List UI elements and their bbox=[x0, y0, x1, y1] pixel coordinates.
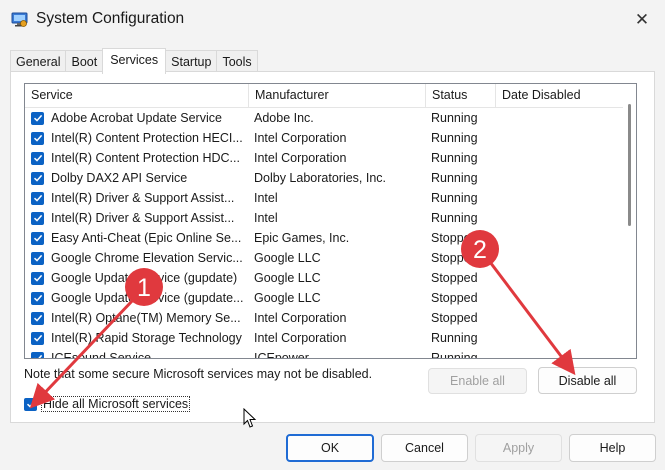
marker-1-text: 1 bbox=[137, 274, 151, 302]
marker-1-badge: 1 bbox=[125, 268, 163, 306]
arrow-2 bbox=[488, 261, 576, 376]
arrow-1 bbox=[29, 298, 135, 409]
tutorial-annotation-overlay: 1 2 bbox=[29, 230, 576, 409]
marker-2-badge: 2 bbox=[461, 230, 499, 268]
tab-services[interactable]: Services bbox=[102, 48, 167, 74]
marker-2-text: 2 bbox=[473, 236, 487, 264]
